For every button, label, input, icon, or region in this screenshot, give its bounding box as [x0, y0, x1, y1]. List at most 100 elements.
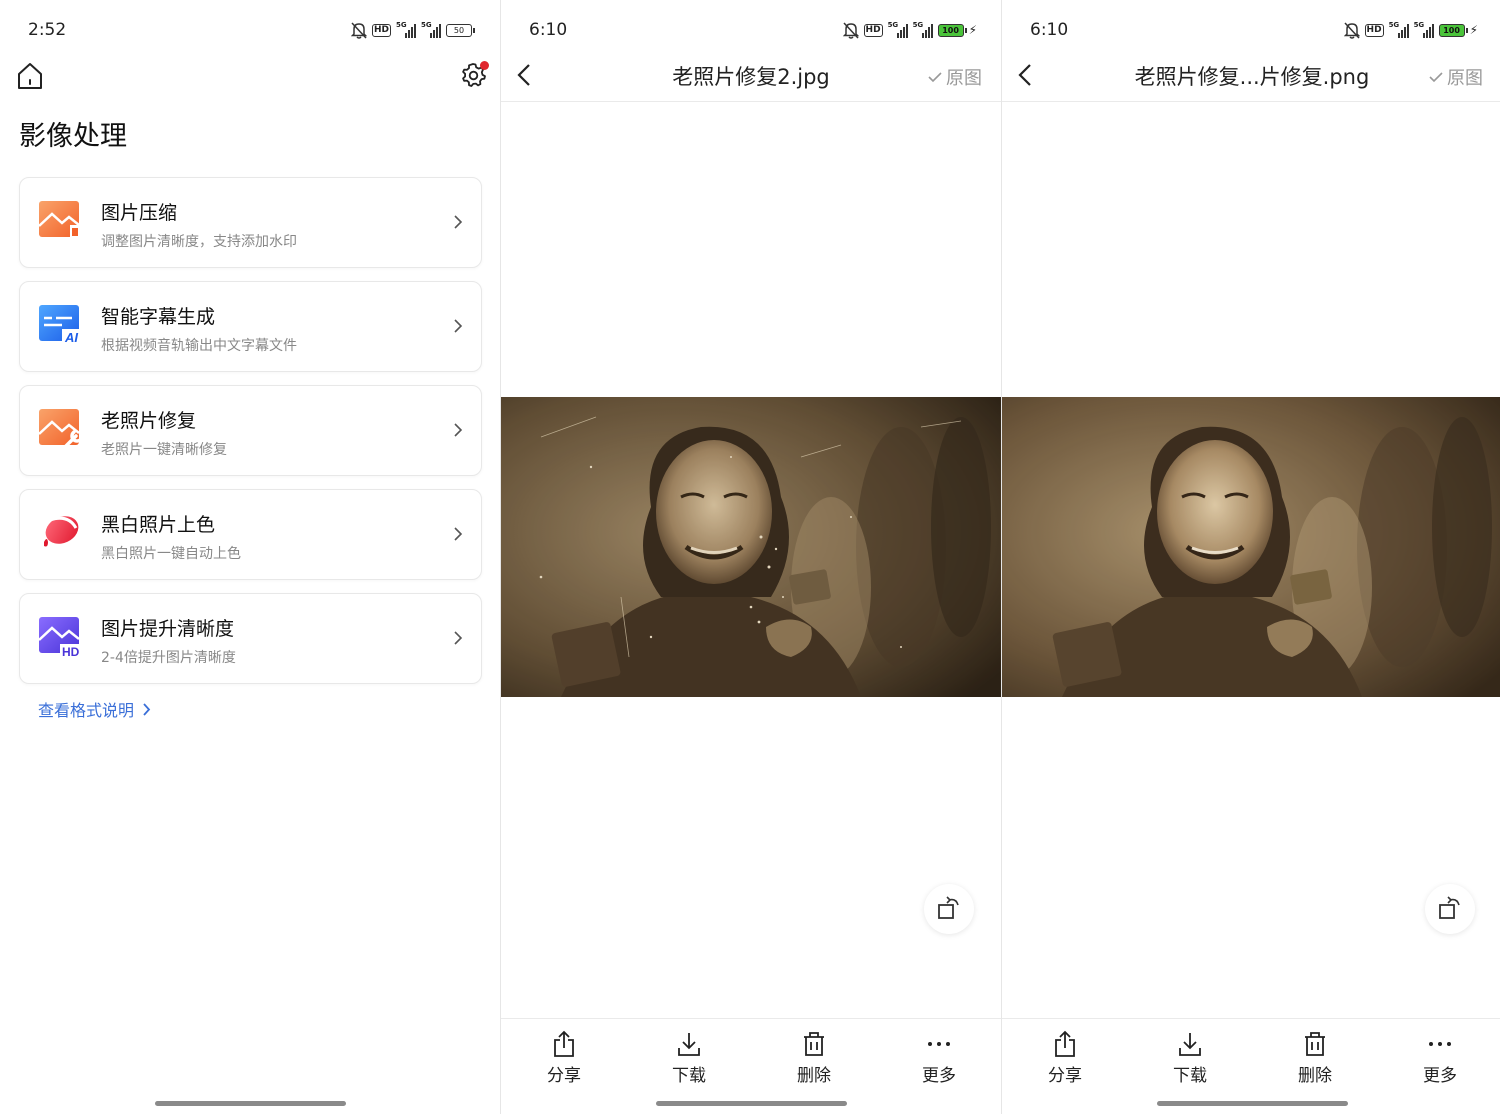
hd-enhance-icon: HD: [38, 617, 82, 658]
signal-5g-icon: 5G: [1389, 21, 1409, 38]
photo-viewer-original: 6:10 HD 5G 5G 100 ⚡ 老照片修复2.jpg 原图 分享 下载 …: [501, 0, 1001, 1114]
battery-indicator: 50: [446, 23, 475, 37]
chevron-right-icon: [454, 319, 463, 333]
card-title: 图片压缩: [101, 202, 178, 224]
chevron-right-icon: [454, 215, 463, 229]
format-info-link[interactable]: 查看格式说明: [38, 697, 151, 721]
hd-call-icon: HD: [863, 23, 883, 37]
original-image-toggle[interactable]: 原图: [1429, 64, 1483, 90]
card-title: 老照片修复: [101, 410, 197, 432]
ai-subtitle-icon: AI: [39, 305, 82, 345]
download-label: 下载: [672, 1066, 706, 1086]
delete-label: 删除: [797, 1066, 831, 1086]
photo-viewer-repaired: 6:10 HD 5G 5G 100 ⚡ 老照片修复...片修复.png 原图 分…: [1002, 0, 1500, 1114]
more-button[interactable]: 更多: [904, 1030, 974, 1086]
signal-5g-icon: 5G: [888, 21, 908, 38]
card-subtitle: 调整图片清晰度，支持添加水印: [101, 234, 297, 250]
status-bar: 2:52 HD 5G 5G 50: [0, 0, 500, 58]
photo-repair-icon: [38, 409, 82, 450]
more-label: 更多: [922, 1066, 956, 1086]
share-icon: [554, 1030, 574, 1057]
status-time: 2:52: [28, 20, 67, 40]
download-button[interactable]: 下载: [654, 1030, 724, 1086]
hd-call-icon: HD: [1364, 23, 1384, 37]
trash-icon: [1305, 1032, 1325, 1056]
rotate-icon: [938, 896, 959, 919]
original-label: 原图: [1447, 68, 1483, 89]
signal-5g-icon-2: 5G: [421, 21, 441, 38]
download-label: 下载: [1173, 1066, 1207, 1086]
mute-bell-icon: [842, 21, 859, 39]
home-icon[interactable]: [17, 62, 43, 90]
rotate-icon: [1439, 896, 1460, 919]
rotate-button[interactable]: [1425, 884, 1475, 934]
status-icons: HD 5G 5G 100 ⚡: [1343, 21, 1478, 39]
more-button[interactable]: 更多: [1405, 1030, 1475, 1086]
share-label: 分享: [547, 1066, 581, 1086]
delete-label: 删除: [1298, 1066, 1332, 1086]
mute-bell-icon: [1343, 21, 1360, 39]
old-photo-original-image[interactable]: [501, 397, 1001, 697]
delete-button[interactable]: 删除: [779, 1030, 849, 1086]
check-icon: [1429, 72, 1443, 83]
share-button[interactable]: 分享: [529, 1030, 599, 1086]
card-title: 黑白照片上色: [101, 514, 216, 536]
mute-bell-icon: [350, 21, 367, 39]
card-subtitle: 2-4倍提升图片清晰度: [101, 650, 236, 666]
signal-5g-icon: 5G: [396, 21, 416, 38]
status-time: 6:10: [1030, 20, 1069, 40]
charging-bolt-icon: ⚡: [1469, 23, 1478, 37]
chevron-right-icon: [143, 702, 151, 716]
status-bar: 6:10 HD 5G 5G 100 ⚡: [501, 0, 1001, 58]
battery-indicator: 100: [937, 23, 967, 37]
card-subtitle: 根据视频音轨输出中文字幕文件: [101, 338, 297, 354]
check-icon: [928, 72, 942, 83]
original-label: 原图: [946, 68, 982, 89]
download-button[interactable]: 下载: [1155, 1030, 1225, 1086]
notification-dot: [480, 61, 489, 70]
old-photo-repaired-image[interactable]: [1002, 397, 1500, 697]
card-title: 图片提升清晰度: [101, 618, 235, 640]
colorize-icon: [44, 516, 79, 547]
page-title: 影像处理: [19, 121, 127, 152]
toolbar-divider: [1002, 1018, 1500, 1019]
original-image-toggle[interactable]: 原图: [928, 64, 982, 90]
card-hd-enhance[interactable]: HD 图片提升清晰度 2-4倍提升图片清晰度: [19, 593, 482, 684]
status-time: 6:10: [529, 20, 568, 40]
charging-bolt-icon: ⚡: [968, 23, 977, 37]
card-image-compress[interactable]: 图片压缩 调整图片清晰度，支持添加水印: [19, 177, 482, 268]
svg-text:HD: HD: [62, 645, 80, 658]
more-label: 更多: [1423, 1066, 1457, 1086]
file-name: 老照片修复2.jpg: [672, 65, 830, 89]
signal-5g-icon-2: 5G: [913, 21, 933, 38]
format-info-label: 查看格式说明: [38, 701, 135, 720]
card-photo-repair[interactable]: 老照片修复 老照片一键清晰修复: [19, 385, 482, 476]
chevron-right-icon: [454, 423, 463, 437]
share-label: 分享: [1048, 1066, 1082, 1086]
home-indicator[interactable]: [155, 1101, 346, 1106]
card-ai-subtitle[interactable]: AI 智能字幕生成 根据视频音轨输出中文字幕文件: [19, 281, 482, 372]
card-colorize[interactable]: 黑白照片上色 黑白照片一键自动上色: [19, 489, 482, 580]
hd-call-icon: HD: [371, 23, 391, 37]
share-button[interactable]: 分享: [1030, 1030, 1100, 1086]
image-compress-icon: [38, 201, 80, 239]
delete-button[interactable]: 删除: [1280, 1030, 1350, 1086]
status-icons: HD 5G 5G 50: [350, 21, 475, 39]
rotate-button[interactable]: [924, 884, 974, 934]
signal-5g-icon-2: 5G: [1414, 21, 1434, 38]
file-name: 老照片修复...片修复.png: [1134, 65, 1370, 89]
more-dots-icon: [928, 1042, 950, 1046]
chevron-right-icon: [454, 527, 463, 541]
card-subtitle: 老照片一键清晰修复: [101, 442, 227, 458]
home-indicator[interactable]: [656, 1101, 847, 1106]
status-icons: HD 5G 5G 100 ⚡: [842, 21, 977, 39]
download-icon: [1179, 1033, 1201, 1056]
chevron-right-icon: [454, 631, 463, 645]
home-indicator[interactable]: [1157, 1101, 1348, 1106]
download-icon: [678, 1033, 700, 1056]
card-subtitle: 黑白照片一键自动上色: [101, 546, 241, 562]
more-dots-icon: [1429, 1042, 1451, 1046]
header-divider: [1002, 101, 1500, 102]
status-bar: 6:10 HD 5G 5G 100 ⚡: [1002, 0, 1500, 58]
header-divider: [501, 101, 1001, 102]
